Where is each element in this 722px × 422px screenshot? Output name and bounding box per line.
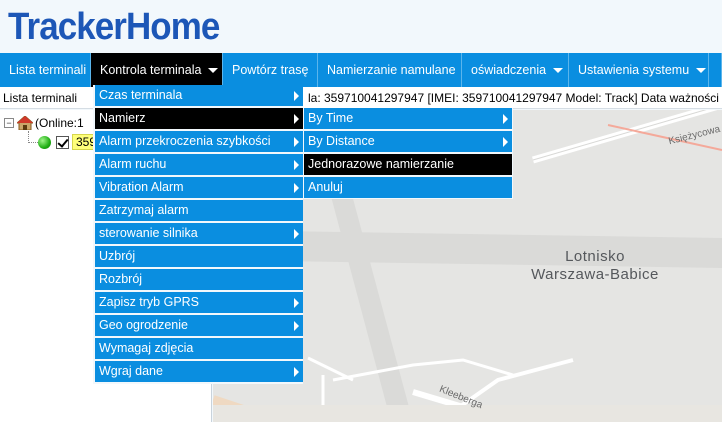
menu-label: Alarm przekroczenia szybkości [99, 134, 271, 148]
nav-oswiadczenia[interactable]: oświadczenia [462, 53, 569, 87]
tree-connector [28, 131, 38, 143]
nav-ustawienia-systemu[interactable]: Ustawienia systemu [569, 53, 709, 87]
nav-overflow[interactable] [709, 53, 722, 87]
menu-sterowanie-silnika[interactable]: sterowanie silnika [95, 223, 303, 244]
menu-alarm-ruchu[interactable]: Alarm ruchu [95, 154, 303, 175]
menu-label: Rozbrój [99, 272, 143, 286]
main-nav: Lista terminali Kontrola terminala Powtó… [0, 53, 722, 87]
menu-label: Alarm ruchu [99, 157, 167, 171]
menu-zatrzymaj-alarm[interactable]: Zatrzymaj alarm [95, 200, 303, 221]
online-status-icon [38, 135, 51, 149]
device-checkbox[interactable] [56, 135, 69, 149]
tree-device-row[interactable]: 359 [38, 134, 101, 150]
submenu-jednorazowe-namierzanie[interactable]: Jednorazowe namierzanie [304, 154, 512, 175]
collapse-icon[interactable]: − [4, 118, 14, 128]
nav-label: Kontrola terminala [100, 63, 202, 77]
chevron-down-icon [696, 67, 707, 73]
menu-zapisz-tryb-gprs[interactable]: Zapisz tryb GPRS [95, 292, 303, 313]
menu-label: Zatrzymaj alarm [99, 203, 189, 217]
nav-label: Lista terminali [9, 63, 87, 77]
menu-rozbroj[interactable]: Rozbrój [95, 269, 303, 290]
menu-label: Zapisz tryb GPRS [99, 295, 200, 309]
chevron-right-icon [294, 137, 299, 147]
chevron-right-icon [294, 367, 299, 377]
menu-geo-ogrodzenie[interactable]: Geo ogrodzenie [95, 315, 303, 336]
nav-label: Namierzanie namulane [327, 63, 456, 77]
chevron-right-icon [503, 114, 508, 124]
tree-root-label: (Online:1 [35, 116, 84, 130]
map-label-line2: Warszawa-Babice [531, 266, 659, 283]
menu-label: Namierz [99, 111, 146, 125]
home-icon [15, 115, 35, 131]
map-label-line1: Lotnisko [565, 248, 625, 265]
header: TrackerHome [0, 0, 722, 53]
menu-label: Czas terminala [99, 88, 183, 102]
menu-czas-terminala[interactable]: Czas terminala [95, 85, 303, 106]
chevron-right-icon [294, 183, 299, 193]
chevron-right-icon [503, 137, 508, 147]
chevron-right-icon [294, 298, 299, 308]
tree-root[interactable]: − (Online:1 [4, 115, 84, 131]
submenu-label: Jednorazowe namierzanie [308, 157, 454, 171]
panel-title: Lista terminali [3, 91, 78, 105]
submenu-label: By Time [308, 111, 354, 125]
kontrola-dropdown: Czas terminala Namierz Alarm przekroczen… [93, 85, 303, 384]
chevron-right-icon [294, 160, 299, 170]
submenu-by-distance[interactable]: By Distance [304, 131, 512, 152]
nav-namierzanie-namulane[interactable]: Namierzanie namulane [318, 53, 462, 87]
nav-label: Ustawienia systemu [578, 63, 690, 77]
chevron-right-icon [294, 229, 299, 239]
menu-namierz[interactable]: Namierz [95, 108, 303, 129]
menu-wymagaj-zdjecia[interactable]: Wymagaj zdjęcia [95, 338, 303, 359]
submenu-label: Anuluj [308, 180, 343, 194]
nav-label: oświadczenia [471, 63, 547, 77]
nav-powtorz-trase[interactable]: Powtórz trasę [223, 53, 318, 87]
device-info: la: 359710041297947 [IMEI: 3597100412979… [308, 91, 719, 105]
namierz-submenu: By Time By Distance Jednorazowe namierza… [303, 108, 513, 199]
submenu-by-time[interactable]: By Time [304, 108, 512, 129]
menu-wgraj-dane[interactable]: Wgraj dane [95, 361, 303, 382]
app-logo: TrackerHome [8, 6, 220, 48]
submenu-anuluj[interactable]: Anuluj [304, 177, 512, 198]
chevron-right-icon [294, 91, 299, 101]
menu-uzbroj[interactable]: Uzbrój [95, 246, 303, 267]
menu-vibration-alarm[interactable]: Vibration Alarm [95, 177, 303, 198]
chevron-down-icon [553, 67, 564, 73]
nav-kontrola-terminala[interactable]: Kontrola terminala [91, 53, 223, 87]
menu-label: Wgraj dane [99, 364, 163, 378]
map-airport-label: Lotnisko Warszawa-Babice [525, 248, 665, 284]
chevron-right-icon [294, 321, 299, 331]
menu-label: Vibration Alarm [99, 180, 184, 194]
chevron-right-icon [294, 114, 299, 124]
chevron-down-icon [208, 67, 219, 73]
nav-label: Powtórz trasę [232, 63, 309, 77]
submenu-label: By Distance [308, 134, 375, 148]
menu-label: Uzbrój [99, 249, 136, 263]
menu-alarm-szybkosci[interactable]: Alarm przekroczenia szybkości [95, 131, 303, 152]
menu-label: Wymagaj zdjęcia [99, 341, 194, 355]
menu-label: sterowanie silnika [99, 226, 198, 240]
nav-lista-terminali[interactable]: Lista terminali [0, 53, 91, 87]
menu-label: Geo ogrodzenie [99, 318, 188, 332]
